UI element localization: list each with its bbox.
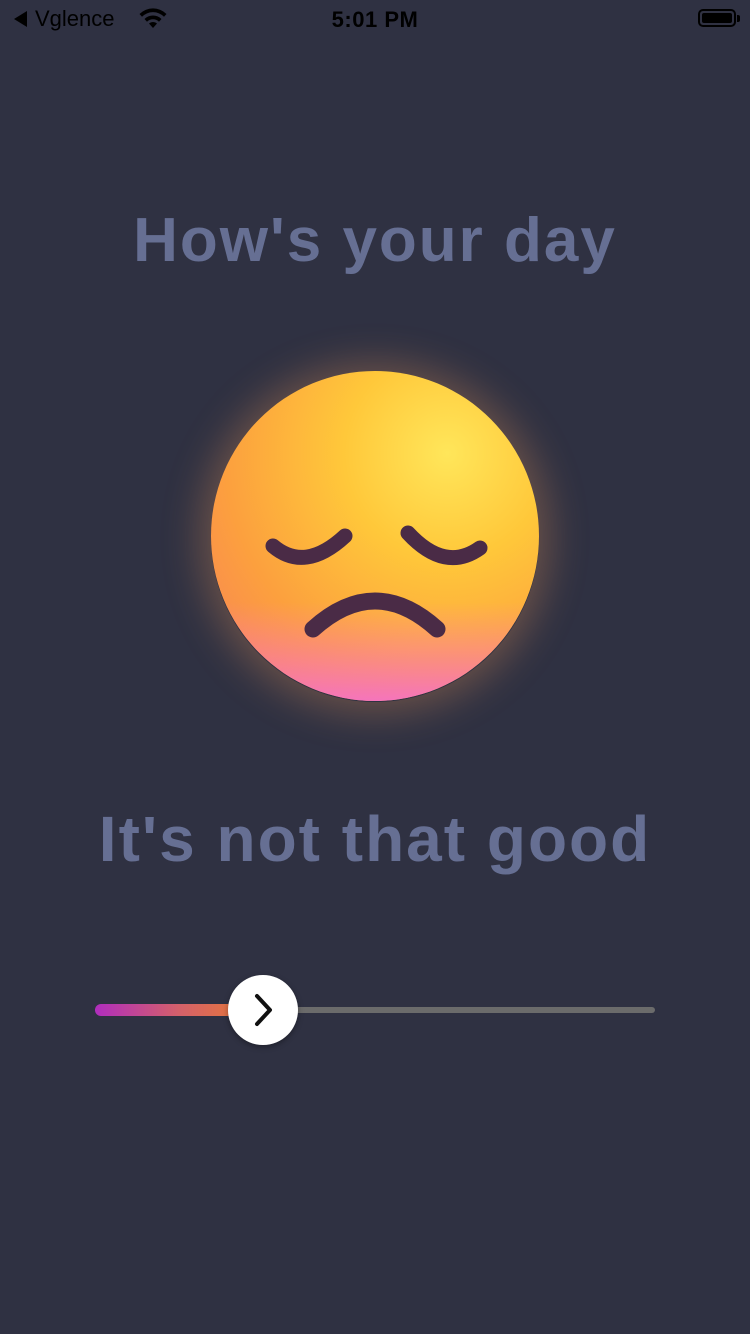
mood-emoji — [205, 368, 545, 708]
status-bar: Vglence 5:01 PM — [0, 0, 750, 40]
page-title: How's your day — [133, 206, 617, 275]
mood-slider[interactable] — [95, 975, 655, 1045]
mood-screen: Vglence 5:01 PM How's your day It's not … — [0, 0, 750, 1334]
status-time: 5:01 PM — [331, 7, 419, 32]
slider-thumb[interactable] — [228, 975, 298, 1045]
pensive-face-icon — [211, 371, 539, 701]
mood-label: It's not that good — [98, 803, 652, 875]
chevron-right-icon — [255, 994, 272, 1026]
battery-icon — [698, 9, 740, 27]
